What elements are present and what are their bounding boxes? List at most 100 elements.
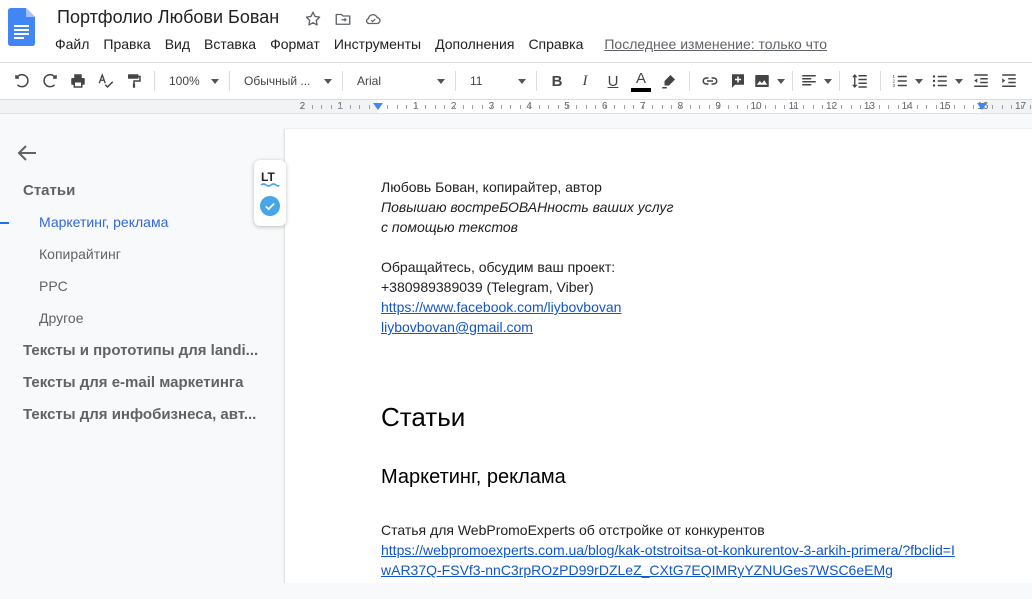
insert-link-button[interactable]: [696, 67, 724, 95]
outline-item-other[interactable]: Другое: [39, 310, 264, 326]
numbered-list-button[interactable]: 123: [887, 67, 927, 95]
menu-edit[interactable]: Правка: [96, 35, 157, 53]
image-icon: [755, 75, 769, 87]
style-select[interactable]: Обычный ...: [236, 67, 336, 95]
outline-item-email-marketing[interactable]: Тексты для e-mail маркетинга: [23, 374, 268, 391]
font-size-select[interactable]: 11: [462, 67, 530, 95]
menu-tools[interactable]: Инструменты: [327, 35, 428, 53]
outline-item-marketing[interactable]: Маркетинг, реклама: [39, 214, 264, 230]
ruler-tick: [614, 105, 615, 109]
paint-format-button[interactable]: [120, 67, 148, 95]
ruler-tick: [964, 105, 965, 109]
bottom-strip: [0, 583, 1032, 599]
ruler-tick: [671, 105, 672, 109]
ruler-tick: [907, 105, 908, 109]
facebook-link[interactable]: https://www.facebook.com/liybovbovan: [381, 297, 621, 317]
menu-help[interactable]: Справка: [521, 35, 590, 53]
bold-button[interactable]: B: [543, 67, 571, 95]
right-indent-marker[interactable]: [977, 103, 987, 110]
font-select[interactable]: Arial: [349, 67, 449, 95]
ruler-tick: [1002, 105, 1003, 109]
menu-format[interactable]: Формат: [263, 35, 327, 53]
font-size-value: 11: [470, 74, 483, 88]
paint-format-icon: [128, 74, 141, 88]
italic-button[interactable]: I: [571, 67, 599, 95]
tagline-line-1: Повышаю востреБОВАНность ваших услуг: [381, 199, 674, 215]
ruler-tick: [709, 105, 710, 109]
bulleted-list-icon: [932, 75, 947, 87]
chevron-down-icon: [437, 78, 445, 84]
menu-insert[interactable]: Вставка: [197, 35, 263, 53]
star-icon[interactable]: [302, 8, 324, 30]
ruler-tick: [973, 105, 974, 109]
text-color-letter: A: [635, 69, 646, 87]
highlight-button[interactable]: [655, 67, 683, 95]
ruler[interactable]: 211234567891011121314151617: [0, 100, 1032, 114]
ruler-tick: [860, 105, 861, 109]
ruler-tick: [718, 105, 719, 109]
toolbar-divider: [536, 71, 537, 91]
print-icon: [71, 74, 85, 88]
ruler-tick: [501, 105, 502, 109]
ruler-tick: [756, 105, 757, 109]
ruler-tick: [624, 105, 625, 109]
ruler-tick: [520, 105, 521, 109]
cloud-saved-icon[interactable]: [362, 8, 384, 30]
tagline-line-2: с помощью текстов: [381, 219, 518, 235]
align-button[interactable]: [799, 67, 833, 95]
ruler-tick: [898, 105, 899, 109]
outline-item-infobusiness[interactable]: Тексты для инфобизнеса, авт...: [23, 406, 268, 423]
document-canvas[interactable]: Любовь Бован, копирайтер, автор Повышаю …: [284, 115, 1032, 599]
toolbar-divider: [154, 71, 155, 91]
ruler-tick: [926, 105, 927, 109]
outline-item-copywriting[interactable]: Копирайтинг: [39, 246, 264, 262]
ruler-tick: [765, 105, 766, 109]
spellcheck-button[interactable]: [92, 67, 120, 95]
email-link[interactable]: liybovbovan@gmail.com: [381, 317, 533, 337]
article-link-line-2[interactable]: wAR37Q-FSVf3-nnC3rpROzPD99rDZLeZ_CXtG7EQ…: [381, 560, 893, 580]
ruler-tick: [1011, 105, 1012, 109]
insert-image-button[interactable]: [752, 67, 786, 95]
menu-view[interactable]: Вид: [158, 35, 197, 53]
print-button[interactable]: [64, 67, 92, 95]
redo-button[interactable]: [36, 67, 64, 95]
languagetool-widget[interactable]: LT: [254, 160, 286, 226]
document-title[interactable]: Портфолио Любови Бован: [57, 7, 279, 28]
outline-item-landing-texts[interactable]: Тексты и прототипы для landi...: [23, 342, 268, 359]
undo-button[interactable]: [8, 67, 36, 95]
document-page[interactable]: Любовь Бован, копирайтер, автор Повышаю …: [284, 129, 1032, 589]
outline-item-articles[interactable]: Статьи: [23, 182, 268, 199]
zoom-value: 100%: [169, 74, 200, 88]
line-spacing-button[interactable]: [846, 67, 874, 95]
ruler-tick: [803, 105, 804, 109]
menu-addons[interactable]: Дополнения: [428, 35, 521, 53]
left-indent-marker[interactable]: [373, 103, 383, 110]
increase-indent-icon: [1002, 74, 1016, 87]
ruler-tick: [350, 105, 351, 109]
last-edit-link[interactable]: Последнее изменение: только что: [597, 35, 834, 53]
decrease-indent-icon: [974, 74, 988, 87]
text-color-button[interactable]: A: [627, 67, 655, 95]
chevron-down-icon: [211, 78, 219, 84]
increase-indent-button[interactable]: [995, 67, 1023, 95]
zoom-select[interactable]: 100%: [161, 67, 223, 95]
menu-file[interactable]: Файл: [48, 35, 96, 53]
arrow-left-icon[interactable]: [16, 143, 38, 163]
ruler-tick: [728, 105, 729, 109]
underline-button[interactable]: U: [599, 67, 627, 95]
decrease-indent-button[interactable]: [967, 67, 995, 95]
toolbar-divider: [689, 71, 690, 91]
check-circle-icon[interactable]: [260, 196, 280, 216]
article-link-line-1[interactable]: https://webpromoexperts.com.ua/blog/kak-…: [381, 540, 955, 560]
ruler-tick: [482, 105, 483, 109]
ruler-tick: [879, 105, 880, 109]
insert-comment-button[interactable]: [724, 67, 752, 95]
document-outline: Статьи Маркетинг, реклама Копирайтинг PP…: [0, 115, 284, 599]
heading-articles: Статьи: [381, 402, 466, 432]
article-title: Статья для WebPromoExperts об отстройке …: [381, 522, 765, 538]
outline-item-ppc[interactable]: PPC: [39, 278, 264, 294]
move-folder-icon[interactable]: [332, 8, 354, 30]
docs-logo-icon[interactable]: [8, 8, 35, 46]
bulleted-list-button[interactable]: [927, 67, 967, 95]
ruler-tick: [340, 105, 341, 109]
